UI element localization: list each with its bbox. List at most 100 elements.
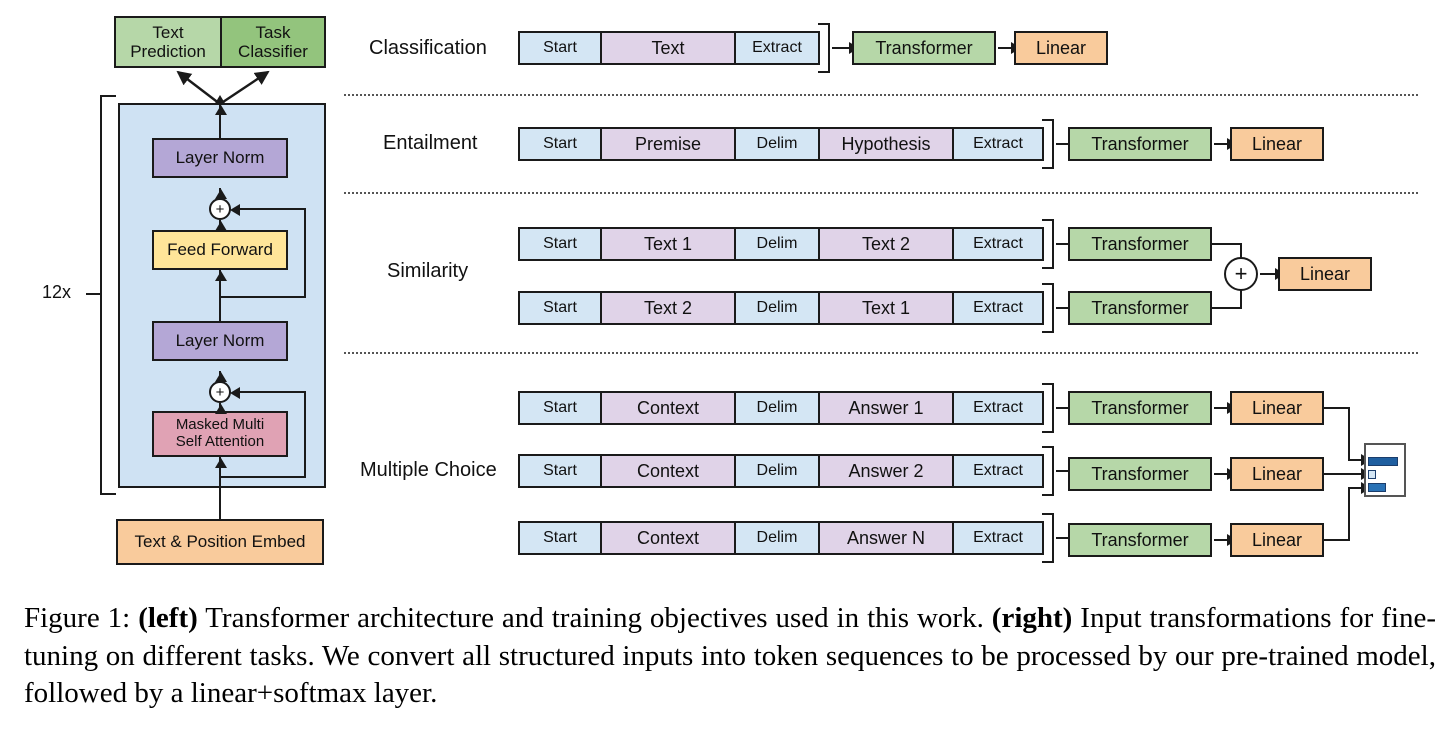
mc-route-top-in bbox=[1348, 454, 1371, 466]
similarity-sum-circle: + bbox=[1224, 257, 1258, 291]
transformer-block[interactable]: Transformer bbox=[1068, 457, 1212, 491]
token-label: Start bbox=[543, 299, 577, 316]
text-position-embed-label: Text & Position Embed bbox=[134, 532, 306, 552]
transformer-label: Transformer bbox=[1091, 463, 1189, 484]
separator-2 bbox=[344, 192, 1418, 194]
token-cell[interactable]: Delim bbox=[734, 127, 820, 161]
softmax-bar-1 bbox=[1368, 457, 1398, 466]
token-label: Context bbox=[636, 397, 700, 418]
token-cell[interactable]: Extract bbox=[952, 454, 1044, 488]
transformer-block[interactable]: Transformer bbox=[1068, 291, 1212, 325]
token-cell[interactable]: Extract bbox=[952, 391, 1044, 425]
transformer-block[interactable]: Transformer bbox=[1068, 391, 1212, 425]
linear-block[interactable]: Linear bbox=[1230, 391, 1324, 425]
task-label-classification: Classification bbox=[369, 37, 487, 59]
token-label: Delim bbox=[756, 529, 798, 546]
repeat-bracket bbox=[100, 95, 116, 495]
token-label: Start bbox=[543, 399, 577, 416]
token-cell[interactable]: Hypothesis bbox=[818, 127, 954, 161]
token-cell[interactable]: Delim bbox=[734, 521, 820, 555]
mc-route-bot-h bbox=[1324, 539, 1350, 541]
token-label: Delim bbox=[756, 399, 798, 416]
linear-block[interactable]: Linear bbox=[1014, 31, 1108, 65]
transformer-label: Transformer bbox=[1091, 233, 1189, 254]
token-label: Text 1 bbox=[643, 233, 693, 254]
token-cell[interactable]: Text 2 bbox=[818, 227, 954, 261]
token-label: Extract bbox=[973, 135, 1023, 152]
layer-norm-bottom-label: Layer Norm bbox=[175, 331, 265, 351]
similarity-merge-top-h bbox=[1212, 243, 1242, 245]
token-label: Extract bbox=[973, 529, 1023, 546]
transformer-label: Transformer bbox=[1091, 397, 1189, 418]
transformer-block[interactable]: Transformer bbox=[1068, 227, 1212, 261]
linear-label: Linear bbox=[1251, 133, 1303, 154]
token-cell[interactable]: Start bbox=[518, 291, 602, 325]
transformer-block[interactable]: Transformer bbox=[1068, 523, 1212, 557]
transformer-block[interactable]: Transformer bbox=[1068, 127, 1212, 161]
token-cell[interactable]: Delim bbox=[734, 291, 820, 325]
token-cell[interactable]: Text 1 bbox=[818, 291, 954, 325]
repeat-count-label: 12x bbox=[42, 282, 72, 302]
token-cell[interactable]: Answer 2 bbox=[818, 454, 954, 488]
caption-bold-right: (right) bbox=[991, 602, 1073, 634]
token-cell[interactable]: Context bbox=[600, 521, 736, 555]
transformer-label: Transformer bbox=[1091, 297, 1189, 318]
token-cell[interactable]: Context bbox=[600, 454, 736, 488]
token-label: Delim bbox=[756, 235, 798, 252]
linear-label: Linear bbox=[1251, 397, 1303, 418]
linear-label: Linear bbox=[1251, 463, 1303, 484]
linear-label: Linear bbox=[1035, 37, 1087, 58]
residual-add-bottom-symbol: + bbox=[215, 383, 225, 401]
token-cell[interactable]: Text bbox=[600, 31, 736, 65]
masked-multi-self-attention[interactable]: Masked Multi Self Attention bbox=[152, 411, 288, 457]
linear-block[interactable]: Linear bbox=[1230, 457, 1324, 491]
token-label: Context bbox=[636, 460, 700, 481]
token-cell[interactable]: Text 2 bbox=[600, 291, 736, 325]
token-cell[interactable]: Start bbox=[518, 521, 602, 555]
softmax-bar-2 bbox=[1368, 470, 1376, 479]
token-cell[interactable]: Text 1 bbox=[600, 227, 736, 261]
residual-bottom-tap bbox=[219, 476, 306, 478]
token-label: Answer 2 bbox=[848, 460, 924, 481]
token-cell[interactable]: Start bbox=[518, 454, 602, 488]
token-cell[interactable]: Premise bbox=[600, 127, 736, 161]
caption-bold-left: (left) bbox=[138, 602, 198, 634]
token-cell[interactable]: Delim bbox=[734, 227, 820, 261]
repeat-bracket-tick bbox=[86, 293, 102, 295]
separator-1 bbox=[344, 94, 1418, 96]
figure-caption: Figure 1: (left) Transformer architectur… bbox=[24, 600, 1436, 713]
token-cell[interactable]: Start bbox=[518, 31, 602, 65]
text-position-embed[interactable]: Text & Position Embed bbox=[116, 519, 324, 565]
separator-3 bbox=[344, 352, 1418, 354]
residual-top-h bbox=[238, 208, 306, 210]
token-cell[interactable]: Delim bbox=[734, 454, 820, 488]
token-cell[interactable]: Start bbox=[518, 391, 602, 425]
linear-block[interactable]: Linear bbox=[1278, 257, 1372, 291]
token-cell[interactable]: Extract bbox=[734, 31, 820, 65]
mc-route-bot-in bbox=[1348, 482, 1371, 494]
token-cell[interactable]: Answer 1 bbox=[818, 391, 954, 425]
feed-forward[interactable]: Feed Forward bbox=[152, 230, 288, 270]
layer-norm-top[interactable]: Layer Norm bbox=[152, 138, 288, 178]
similarity-sum-symbol: + bbox=[1234, 261, 1248, 286]
linear-block[interactable]: Linear bbox=[1230, 127, 1324, 161]
token-label: Start bbox=[543, 529, 577, 546]
token-cell[interactable]: Extract bbox=[952, 227, 1044, 261]
softmax-bar-3 bbox=[1368, 483, 1386, 492]
token-cell[interactable]: Delim bbox=[734, 391, 820, 425]
layer-norm-bottom[interactable]: Layer Norm bbox=[152, 321, 288, 361]
token-label: Text 2 bbox=[861, 233, 911, 254]
token-cell[interactable]: Context bbox=[600, 391, 736, 425]
token-cell[interactable]: Start bbox=[518, 227, 602, 261]
transformer-block[interactable]: Transformer bbox=[852, 31, 996, 65]
transformer-to-linear-arrow bbox=[1214, 402, 1237, 414]
token-cell[interactable]: Answer N bbox=[818, 521, 954, 555]
token-label: Extract bbox=[973, 235, 1023, 252]
linear-block[interactable]: Linear bbox=[1230, 523, 1324, 557]
token-label: Text bbox=[651, 37, 685, 58]
token-label: Answer N bbox=[846, 527, 926, 548]
token-cell[interactable]: Extract bbox=[952, 521, 1044, 555]
token-cell[interactable]: Extract bbox=[952, 127, 1044, 161]
token-cell[interactable]: Extract bbox=[952, 291, 1044, 325]
token-cell[interactable]: Start bbox=[518, 127, 602, 161]
